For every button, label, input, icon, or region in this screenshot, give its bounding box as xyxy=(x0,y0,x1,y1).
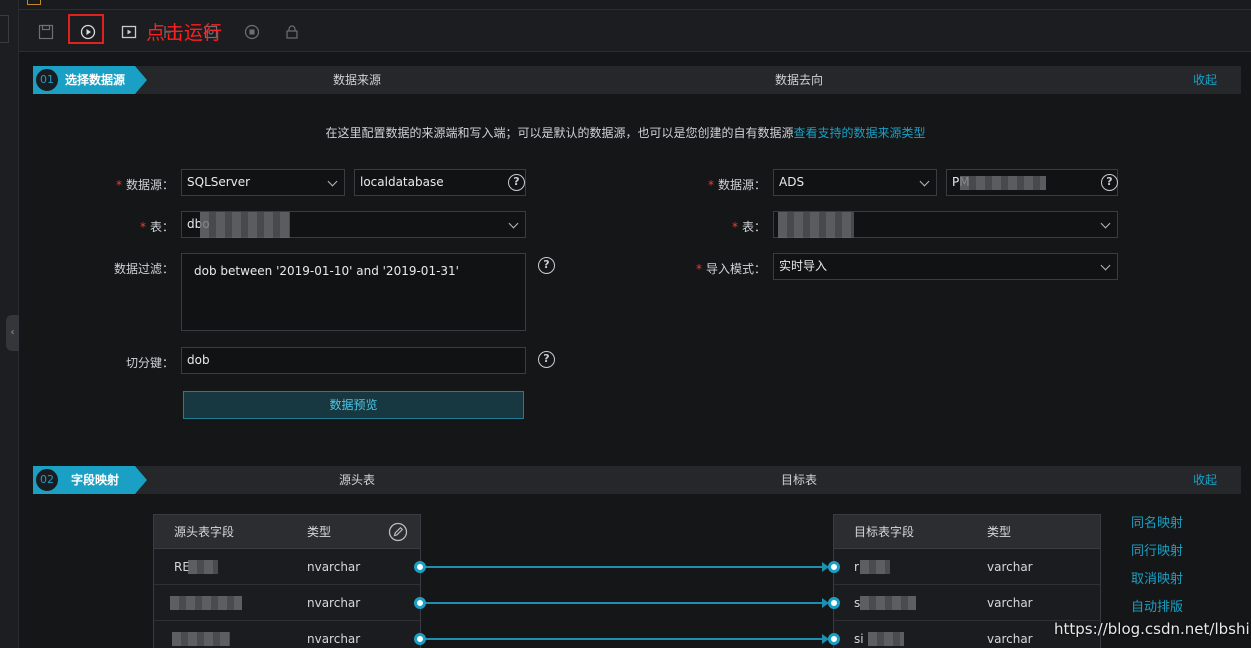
cancel-mapping-link[interactable]: 取消映射 xyxy=(1131,568,1183,587)
hint-text: 在这里配置数据的来源端和写入端；可以是默认的数据源，也可以是您创建的自有数据源查… xyxy=(0,124,1251,141)
section-datasource-header: 01 选择数据源 数据来源 数据去向 收起 xyxy=(33,66,1241,94)
col-target: 数据去向 xyxy=(775,73,824,87)
rail-tab[interactable] xyxy=(0,15,9,43)
section-title: 选择数据源 xyxy=(65,73,126,87)
target-datasource-label: * 数据源： xyxy=(707,178,766,192)
target-datasource-type-select[interactable]: ADS xyxy=(773,169,937,196)
watermark: https://blog.csdn.net/lbship xyxy=(1054,620,1251,638)
redacted-field xyxy=(188,560,218,574)
column-header: 目标表字段 xyxy=(854,525,915,539)
section-mapping-header: 02 字段映射 源头表 目标表 收起 xyxy=(33,466,1241,494)
same-row-mapping-link[interactable]: 同行映射 xyxy=(1131,540,1183,559)
source-field-type: nvarchar xyxy=(307,560,361,574)
sidebar-toggle[interactable]: ‹ xyxy=(6,315,19,351)
table-header: 目标表字段 类型 xyxy=(834,515,1100,549)
redacted-field xyxy=(868,632,904,646)
collapse-link[interactable]: 收起 xyxy=(1193,66,1217,94)
target-connector[interactable] xyxy=(828,561,840,573)
active-tab-marker xyxy=(27,0,41,5)
target-field-type: varchar xyxy=(987,596,1033,610)
source-table-label: * 表： xyxy=(139,220,174,234)
target-field-name: r xyxy=(854,560,859,574)
table-row[interactable]: nvarchar xyxy=(154,621,420,648)
source-datasource-type-select[interactable]: SQLServer xyxy=(181,169,345,196)
column-header: 类型 xyxy=(987,525,1012,539)
stop-icon[interactable] xyxy=(243,23,261,41)
target-connector[interactable] xyxy=(828,633,840,645)
redacted-datasource-name xyxy=(960,176,1046,190)
column-header: 源头表字段 xyxy=(174,525,235,539)
mapping-line[interactable] xyxy=(420,638,826,640)
tab-strip xyxy=(19,0,1251,10)
redacted-field xyxy=(170,596,242,610)
import-mode-select[interactable]: 实时导入 xyxy=(773,253,1118,280)
source-field-type: nvarchar xyxy=(307,596,361,610)
target-table-label: * 表： xyxy=(731,220,766,234)
filter-textarea[interactable]: dob between '2019-01-10' and '2019-01-31… xyxy=(181,253,526,331)
step-number: 02 xyxy=(34,467,60,493)
run-selected-icon[interactable] xyxy=(120,23,138,41)
col-source: 源头表 xyxy=(339,473,376,487)
import-mode-label: * 导入模式： xyxy=(695,262,766,276)
table-row[interactable]: s varchar xyxy=(834,585,1100,621)
help-icon[interactable]: ? xyxy=(508,174,525,191)
help-icon[interactable]: ? xyxy=(538,351,555,368)
step-number: 01 xyxy=(34,67,60,93)
column-header: 类型 xyxy=(307,525,332,539)
target-field-type: varchar xyxy=(987,632,1033,646)
help-icon[interactable]: ? xyxy=(538,257,555,274)
table-row[interactable]: nvarchar xyxy=(154,585,420,621)
redacted-table-name xyxy=(778,212,854,238)
data-preview-button[interactable]: 数据预览 xyxy=(183,391,524,419)
section-title: 字段映射 xyxy=(71,473,120,487)
hint-body: 在这里配置数据的来源端和写入端；可以是默认的数据源，也可以是您创建的自有数据源 xyxy=(325,126,794,140)
lock-icon[interactable] xyxy=(283,23,301,41)
same-name-mapping-link[interactable]: 同名映射 xyxy=(1131,512,1183,531)
filter-label: 数据过滤： xyxy=(113,262,174,276)
save-icon[interactable] xyxy=(37,23,55,41)
mapping-line[interactable] xyxy=(420,566,826,568)
split-key-label: 切分键： xyxy=(125,356,174,370)
edit-icon[interactable] xyxy=(388,522,408,542)
run-annotation: 点击运行 xyxy=(146,22,223,44)
col-source: 数据来源 xyxy=(333,73,382,87)
source-connector[interactable] xyxy=(414,597,426,609)
run-highlight-box xyxy=(68,14,104,44)
toolbar: 点击运行 xyxy=(19,10,1251,52)
target-field-name: si xyxy=(854,632,864,646)
table-row[interactable]: RE nvarchar xyxy=(154,549,420,585)
collapse-link[interactable]: 收起 xyxy=(1193,466,1217,494)
redacted-table-name xyxy=(200,212,290,238)
split-key-input[interactable]: dob xyxy=(181,347,526,374)
redacted-field xyxy=(860,596,916,610)
redacted-field xyxy=(860,560,890,574)
help-icon[interactable]: ? xyxy=(1101,174,1118,191)
supported-sources-link[interactable]: 查看支持的数据来源类型 xyxy=(794,126,926,140)
auto-layout-link[interactable]: 自动排版 xyxy=(1131,596,1183,615)
col-target: 目标表 xyxy=(781,473,818,487)
source-datasource-label: * 数据源： xyxy=(115,178,174,192)
table-row[interactable]: r varchar xyxy=(834,549,1100,585)
source-field-table: 源头表字段 类型 RE nvarchar nvarchar nvarchar xyxy=(153,514,421,648)
source-datasource-name-select[interactable]: localdatabase xyxy=(354,169,526,196)
mapping-line[interactable] xyxy=(420,602,826,604)
table-header: 源头表字段 类型 xyxy=(154,515,420,549)
target-connector[interactable] xyxy=(828,597,840,609)
target-field-type: varchar xyxy=(987,560,1033,574)
source-connector[interactable] xyxy=(414,633,426,645)
redacted-field xyxy=(172,632,230,646)
source-field-type: nvarchar xyxy=(307,632,361,646)
source-connector[interactable] xyxy=(414,561,426,573)
